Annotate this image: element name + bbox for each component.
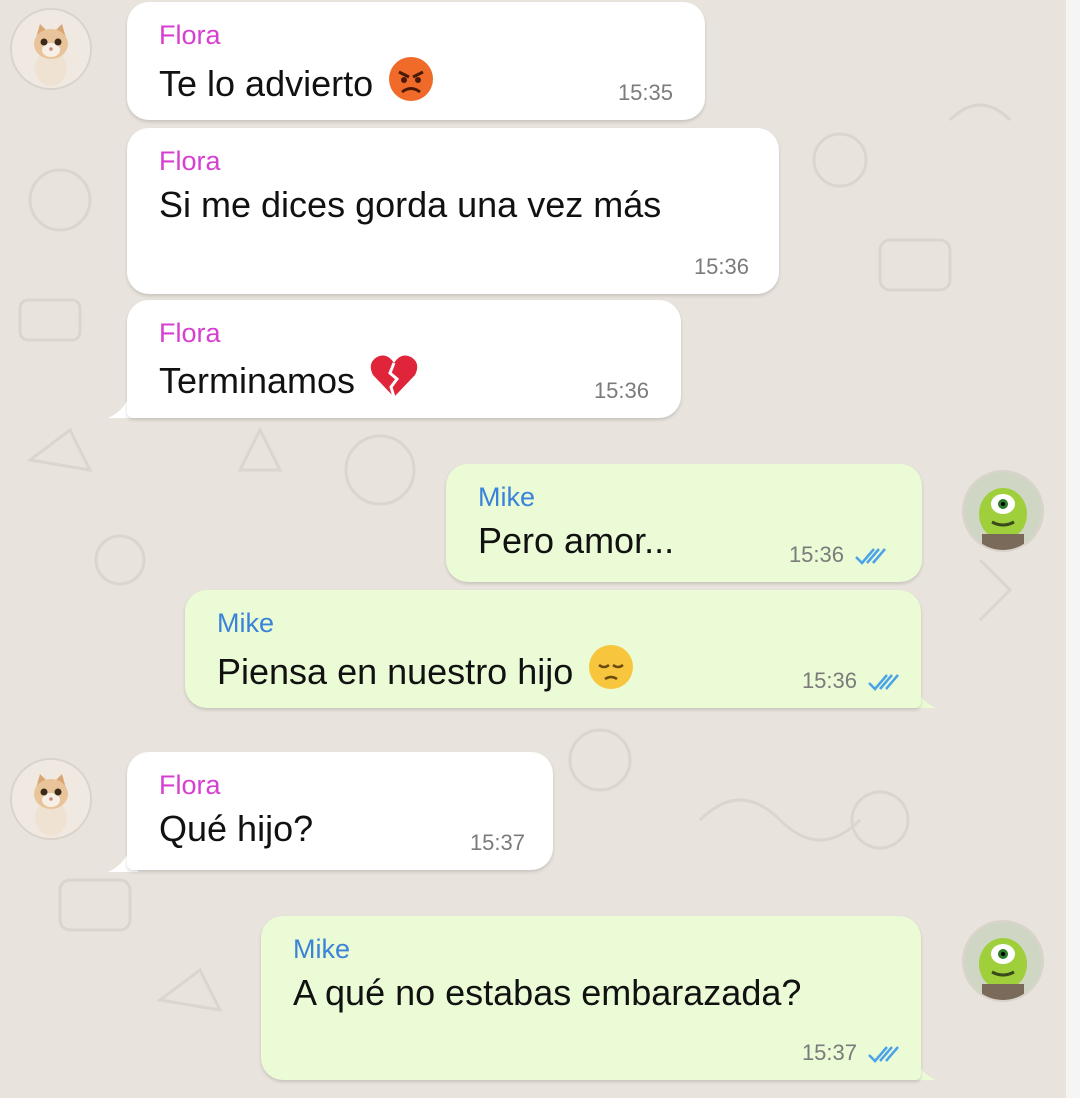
message-text: Pero amor... (478, 520, 675, 561)
message-time: 15:36 (788, 542, 844, 567)
message-time: 15:36 (693, 254, 749, 279)
screen-edge (1066, 0, 1080, 1098)
sender-name: Mike (293, 934, 351, 964)
read-ticks-icon (868, 1046, 899, 1063)
message-time: 15:37 (801, 1040, 857, 1065)
message-time: 15:36 (801, 668, 857, 693)
message-time: 15:37 (469, 830, 525, 855)
message-bubble-5[interactable]: Mike Piensa en nuestro hijo 15:36 (185, 590, 921, 708)
message-bubble-3[interactable]: Flora Terminamos 15:36 (127, 300, 681, 418)
message-text: Piensa en nuestro hijo (217, 651, 574, 693)
read-ticks-icon (855, 548, 886, 565)
message-bubble-6[interactable]: Flora Qué hijo? 15:37 (127, 752, 553, 870)
message-bubble-2[interactable]: Flora Si me dices gorda una vez más 15:3… (127, 128, 779, 294)
message-bubble-7[interactable]: Mike A qué no estabas embarazada? 15:37 (261, 916, 921, 1080)
message-time: 15:36 (593, 378, 649, 403)
message-time: 15:35 (617, 80, 673, 105)
read-ticks-icon (868, 674, 899, 691)
message-text: Qué hijo? (159, 808, 314, 849)
angry-face-icon (387, 55, 435, 112)
sender-name: Flora (159, 318, 221, 348)
sender-name: Flora (159, 20, 221, 50)
sender-name: Mike (217, 608, 275, 638)
message-text: A qué no estabas embarazada? (293, 972, 802, 1013)
message-text: Si me dices gorda una vez más (159, 184, 662, 225)
sender-name: Mike (478, 482, 536, 512)
pensive-face-icon (587, 643, 635, 700)
message-text: Terminamos (159, 360, 356, 402)
broken-heart-icon (369, 353, 419, 408)
sender-name: Flora (159, 146, 221, 176)
flora-avatar[interactable] (12, 10, 90, 88)
message-text: Te lo advierto (159, 63, 374, 105)
message-bubble-4[interactable]: Mike Pero amor... 15:36 (446, 464, 922, 582)
kitten-icon (12, 10, 90, 88)
green-monster-icon (964, 472, 1042, 550)
green-monster-icon (964, 922, 1042, 1000)
mike-avatar[interactable] (964, 472, 1042, 550)
message-bubble-1[interactable]: Flora Te lo advierto 15:35 (127, 2, 705, 120)
sender-name: Flora (159, 770, 221, 800)
mike-avatar[interactable] (964, 922, 1042, 1000)
kitten-icon (12, 760, 90, 838)
flora-avatar[interactable] (12, 760, 90, 838)
